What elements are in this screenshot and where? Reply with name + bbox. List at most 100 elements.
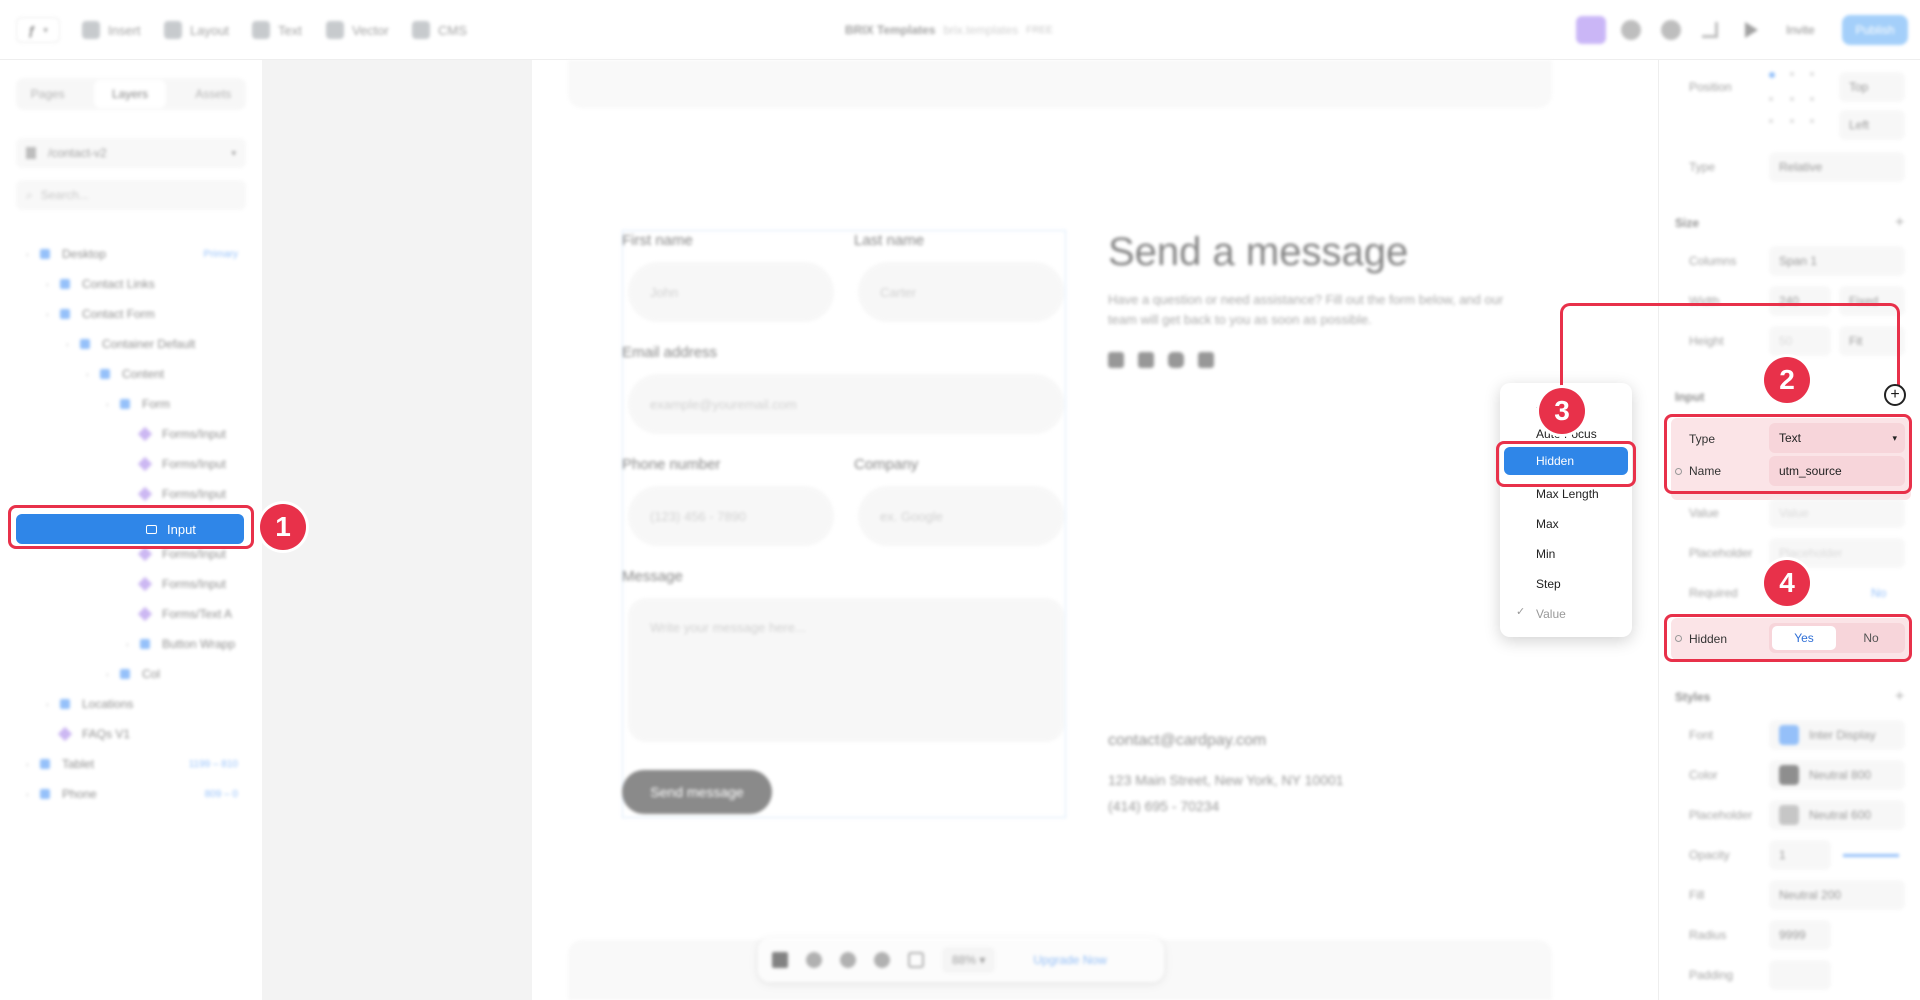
page-select[interactable]: /contact-v2 ▾ xyxy=(16,138,246,168)
placeholder-color-select[interactable]: Neutral 600 xyxy=(1769,800,1905,830)
publish-button[interactable]: Publish xyxy=(1842,15,1908,45)
invite-button[interactable]: Invite xyxy=(1786,20,1815,40)
menu-item-max[interactable]: Max xyxy=(1536,517,1559,531)
chevron-right-icon[interactable]: › xyxy=(46,310,60,319)
send-message-button[interactable]: Send message xyxy=(622,770,772,814)
position-horizontal-select[interactable]: Left xyxy=(1839,110,1905,140)
grid-toggle-icon[interactable] xyxy=(908,952,924,968)
comment-icon[interactable] xyxy=(840,952,856,968)
cursor-icon[interactable] xyxy=(772,952,788,968)
layer-row[interactable]: Forms/Input xyxy=(0,450,262,478)
position-type-select[interactable]: Relative xyxy=(1769,152,1905,182)
layer-row[interactable]: › Form xyxy=(0,390,262,418)
layer-row[interactable]: › Button Wrapp xyxy=(0,630,262,658)
chevron-right-icon[interactable]: › xyxy=(46,700,60,709)
tab-layers[interactable]: Layers xyxy=(93,80,166,108)
chevron-right-icon[interactable]: › xyxy=(66,340,80,349)
moon-icon[interactable] xyxy=(874,952,890,968)
message-textarea[interactable]: Write your message here... xyxy=(628,598,1064,742)
anchor-dot[interactable] xyxy=(1810,119,1815,124)
anchor-dot[interactable] xyxy=(1789,72,1794,76)
menu-item-value[interactable]: Value xyxy=(1536,607,1566,621)
fill-select[interactable]: Neutral 200 xyxy=(1769,880,1905,910)
toolbar-layout[interactable]: Layout xyxy=(164,20,229,40)
layer-row[interactable]: › Tablet 1199 – 810 xyxy=(0,750,262,778)
opacity-input[interactable]: 1 xyxy=(1769,840,1831,870)
layer-row[interactable]: Forms/Input xyxy=(0,570,262,598)
linkedin-icon[interactable] xyxy=(1198,352,1214,368)
layer-row[interactable]: Forms/Input xyxy=(0,420,262,448)
project-title[interactable]: BRIX Templates brix.templates FREE xyxy=(845,20,1053,40)
tab-assets[interactable]: Assets xyxy=(195,87,231,101)
columns-select[interactable]: Span 1 xyxy=(1769,246,1905,276)
required-no-option[interactable]: No xyxy=(1871,586,1886,600)
layer-row[interactable]: › Contact Form xyxy=(0,300,262,328)
facebook-icon[interactable] xyxy=(1108,352,1124,368)
email-input[interactable]: example@youremail.com xyxy=(628,374,1064,434)
toolbar-insert[interactable]: Insert xyxy=(82,20,141,40)
instagram-icon[interactable] xyxy=(1168,352,1184,368)
chevron-right-icon[interactable]: › xyxy=(26,760,40,769)
padding-input[interactable] xyxy=(1769,960,1831,990)
settings-icon[interactable] xyxy=(1661,20,1681,40)
tab-pages[interactable]: Pages xyxy=(31,87,65,101)
toolbar-text[interactable]: Text xyxy=(252,20,302,40)
layer-row[interactable]: Forms/Input xyxy=(0,480,262,508)
layer-row[interactable]: › Locations xyxy=(0,690,262,718)
position-vertical-select[interactable]: Top xyxy=(1839,72,1905,102)
layer-row[interactable]: › Col xyxy=(0,660,262,688)
chevron-right-icon[interactable]: › xyxy=(26,790,40,799)
hand-icon[interactable] xyxy=(806,952,822,968)
signal-icon[interactable] xyxy=(1702,22,1718,38)
size-add-icon[interactable]: + xyxy=(1895,214,1904,232)
first-name-input[interactable]: John xyxy=(628,262,834,322)
frame-icon xyxy=(40,789,50,799)
layer-search[interactable]: ⌕ Search... xyxy=(16,180,246,210)
contact-email[interactable]: contact@cardpay.com xyxy=(1108,732,1266,750)
menu-item-min[interactable]: Min xyxy=(1536,547,1555,561)
ph-color-label: Placeholder xyxy=(1689,808,1753,822)
chevron-right-icon[interactable]: › xyxy=(106,670,120,679)
anchor-dot[interactable] xyxy=(1789,96,1794,101)
anchor-dot[interactable] xyxy=(1769,96,1773,101)
layer-row[interactable]: › Contact Links xyxy=(0,270,262,298)
play-icon[interactable] xyxy=(1745,22,1758,38)
analytics-button[interactable] xyxy=(1576,16,1606,44)
styles-add-icon[interactable]: + xyxy=(1895,688,1904,706)
phone-input[interactable]: (123) 456 - 7890 xyxy=(628,486,834,546)
radius-input[interactable]: 9999 xyxy=(1769,920,1831,950)
chevron-right-icon[interactable]: › xyxy=(86,370,100,379)
toolbar-cms[interactable]: CMS xyxy=(412,20,467,40)
position-grid[interactable] xyxy=(1769,72,1825,136)
menu-item-step[interactable]: Step xyxy=(1536,577,1561,591)
menu-item-max-length[interactable]: Max Length xyxy=(1536,487,1599,501)
opacity-slider[interactable] xyxy=(1843,854,1899,857)
font-select[interactable]: Inter Display xyxy=(1769,720,1905,750)
chevron-right-icon[interactable]: › xyxy=(126,640,140,649)
chevron-right-icon[interactable]: › xyxy=(46,280,60,289)
color-select[interactable]: Neutral 800 xyxy=(1769,760,1905,790)
layer-row[interactable]: Forms/Text A xyxy=(0,600,262,628)
toolbar-vector[interactable]: Vector xyxy=(326,20,389,40)
add-input-property-icon[interactable]: + xyxy=(1884,384,1906,406)
last-name-input[interactable]: Carter xyxy=(858,262,1064,322)
layer-row[interactable]: › Phone 809 – 0 xyxy=(0,780,262,808)
anchor-dot[interactable] xyxy=(1810,72,1815,76)
layer-row[interactable]: FAQs V1 xyxy=(0,720,262,748)
layer-row[interactable]: › Content xyxy=(0,360,262,388)
anchor-dot[interactable] xyxy=(1810,96,1815,101)
anchor-dot[interactable] xyxy=(1769,119,1773,124)
x-twitter-icon[interactable] xyxy=(1138,352,1154,368)
globe-icon[interactable] xyxy=(1621,20,1641,40)
anchor-dot[interactable] xyxy=(1789,119,1794,124)
chevron-right-icon[interactable]: › xyxy=(106,400,120,409)
zoom-select[interactable]: 88% ▾ xyxy=(942,947,996,973)
upgrade-link[interactable]: Upgrade Now xyxy=(1033,953,1106,967)
chevron-right-icon[interactable]: › xyxy=(26,250,40,259)
company-input[interactable]: ex. Google xyxy=(858,486,1064,546)
framer-menu-button[interactable]: ƒ ▾ xyxy=(16,17,60,43)
value-input[interactable]: Value xyxy=(1769,498,1905,528)
anchor-dot[interactable] xyxy=(1769,72,1775,78)
layer-row[interactable]: › Container Default xyxy=(0,330,262,358)
layer-row[interactable]: › Desktop Primary xyxy=(0,240,262,268)
